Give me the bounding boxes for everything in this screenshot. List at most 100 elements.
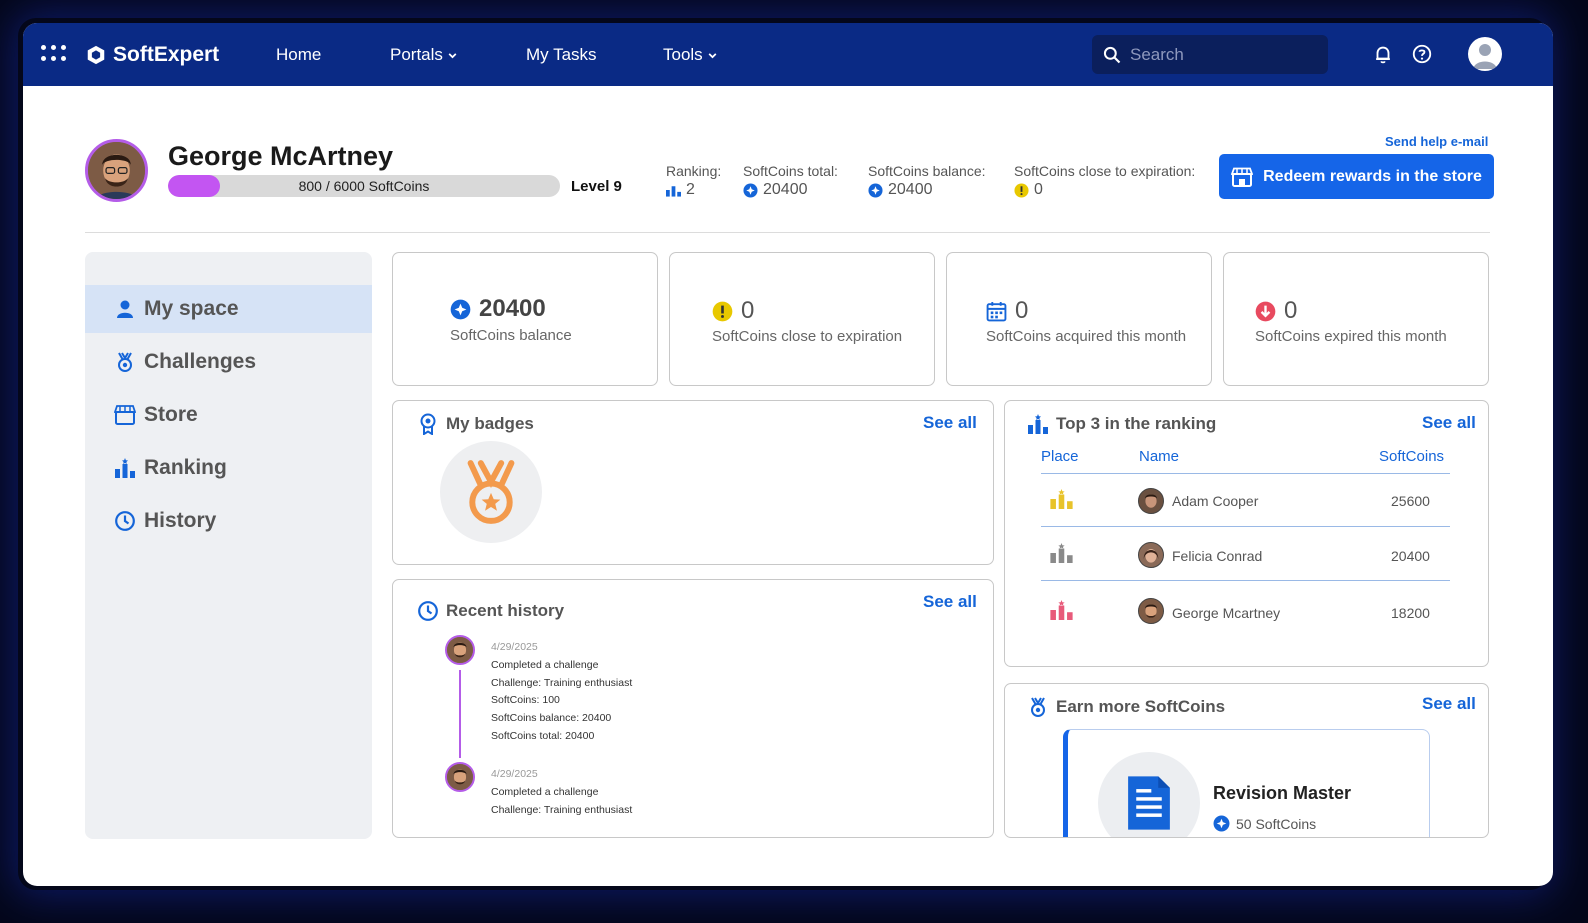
nav-tools[interactable]: Tools bbox=[663, 45, 718, 65]
warning-icon bbox=[1014, 182, 1029, 198]
top-navigation-bar: SoftExpert Home Portals My Tasks Tools bbox=[23, 23, 1553, 86]
stat-ranking-value: 2 bbox=[686, 181, 695, 198]
history-entry-line: SoftCoins total: 20400 bbox=[491, 729, 595, 742]
stat-balance-value: 20400 bbox=[888, 181, 933, 198]
calendar-icon bbox=[986, 301, 1007, 321]
help-icon[interactable] bbox=[1411, 43, 1433, 65]
avatar bbox=[1138, 598, 1164, 624]
avatar bbox=[1138, 542, 1164, 568]
ranking-icon bbox=[666, 186, 681, 197]
history-entry-line: Completed a challenge bbox=[491, 658, 599, 671]
header-divider bbox=[85, 232, 1490, 233]
history-entry-date: 4/29/2025 bbox=[491, 641, 538, 653]
kpi-balance-label: SoftCoins balance bbox=[450, 327, 572, 344]
chevron-down-icon bbox=[448, 52, 457, 58]
bell-icon[interactable] bbox=[1372, 43, 1394, 65]
sidebar-item-label: Store bbox=[144, 403, 198, 426]
kpi-expired-value: 0 bbox=[1284, 297, 1298, 324]
my-badges-card: My badges See all bbox=[392, 400, 994, 565]
history-see-all-link[interactable]: See all bbox=[923, 592, 977, 612]
my-badges-title-text: My badges bbox=[446, 414, 534, 433]
history-entry: 4/29/2025 Completed a challenge Challeng… bbox=[491, 766, 632, 819]
top-ranking-title: Top 3 in the ranking bbox=[1027, 413, 1216, 435]
profile-name: George McArtney bbox=[168, 141, 394, 171]
third-place-podium-icon bbox=[1050, 600, 1073, 620]
avatar bbox=[1138, 488, 1164, 514]
history-avatar bbox=[445, 762, 475, 792]
ranking-see-all-link[interactable]: See all bbox=[1422, 413, 1476, 433]
softcoin-icon bbox=[868, 182, 883, 198]
history-entry-line: SoftCoins balance: 20400 bbox=[491, 712, 612, 725]
badge-ribbon-icon bbox=[420, 413, 436, 435]
history-avatar-photo bbox=[447, 764, 473, 790]
kpi-acquired-label: SoftCoins acquired this month bbox=[986, 328, 1187, 345]
app-window: SoftExpert Home Portals My Tasks Tools S… bbox=[23, 23, 1553, 886]
document-icon bbox=[1128, 776, 1170, 830]
ranking-row-divider bbox=[1041, 526, 1450, 527]
sidebar-item-store[interactable]: Store bbox=[85, 391, 372, 439]
kpi-acquired-value: 0 bbox=[1015, 297, 1029, 324]
nav-home-label: Home bbox=[276, 45, 322, 64]
earn-see-all-link[interactable]: See all bbox=[1422, 694, 1476, 714]
kpi-card-balance: 20400 SoftCoins balance bbox=[392, 252, 658, 386]
earn-softcoins-title-text: Earn more SoftCoins bbox=[1056, 697, 1226, 716]
avatar-photo bbox=[1139, 489, 1163, 513]
sidebar-item-my-space[interactable]: My space bbox=[85, 285, 372, 333]
challenge-reward-text: 50 SoftCoins bbox=[1236, 815, 1317, 832]
ranking-coins: 25600 bbox=[1391, 493, 1430, 509]
chevron-down-icon bbox=[708, 52, 717, 58]
warning-icon bbox=[712, 301, 733, 321]
send-help-email-link[interactable]: Send help e-mail bbox=[1385, 134, 1488, 149]
ranking-icon bbox=[1028, 414, 1048, 434]
avatar-photo bbox=[1139, 599, 1163, 623]
challenge-card[interactable]: Revision Master 50 SoftCoins bbox=[1063, 729, 1430, 837]
softcoin-icon bbox=[1213, 815, 1230, 832]
expired-icon bbox=[1255, 301, 1276, 321]
sidebar-item-challenges[interactable]: Challenges bbox=[85, 338, 372, 386]
ranking-col-name: Name bbox=[1139, 448, 1180, 465]
stat-total-value: 20400 bbox=[763, 181, 808, 198]
store-icon bbox=[1231, 167, 1254, 187]
profile-avatar bbox=[85, 139, 148, 202]
stat-close-to-expiration: SoftCoins close to expiration: 0 bbox=[1014, 163, 1195, 199]
nav-portals[interactable]: Portals bbox=[390, 45, 458, 65]
sidebar-item-ranking[interactable]: Ranking bbox=[85, 444, 372, 492]
ranking-header-divider bbox=[1041, 473, 1450, 474]
softcoins-progress-bar: 800 / 6000 SoftCoins bbox=[168, 175, 560, 197]
ranking-coins: 20400 bbox=[1391, 548, 1430, 564]
sidebar-item-history[interactable]: History bbox=[85, 497, 372, 545]
badge-item[interactable] bbox=[440, 441, 542, 543]
top-ranking-title-text: Top 3 in the ranking bbox=[1056, 414, 1217, 433]
redeem-rewards-button[interactable]: Redeem rewards in the store bbox=[1219, 154, 1494, 199]
ranking-icon bbox=[115, 458, 135, 478]
challenge-reward: 50 SoftCoins bbox=[1213, 815, 1316, 832]
search-box bbox=[1092, 35, 1328, 74]
softcoin-icon bbox=[450, 299, 471, 319]
kpi-expiration-value: 0 bbox=[741, 297, 755, 324]
avatar-photo bbox=[1139, 543, 1163, 567]
ranking-row-divider bbox=[1041, 580, 1450, 581]
nav-home[interactable]: Home bbox=[276, 45, 321, 65]
history-avatar-photo bbox=[447, 637, 473, 663]
ranking-name: Adam Cooper bbox=[1172, 493, 1259, 509]
first-place-podium-icon bbox=[1050, 489, 1073, 509]
store-icon bbox=[114, 405, 136, 425]
stat-softcoins-balance: SoftCoins balance: 20400 bbox=[868, 163, 986, 199]
challenge-icon-circle bbox=[1098, 752, 1200, 837]
stat-total-label: SoftCoins total: bbox=[743, 163, 838, 179]
nav-portals-label: Portals bbox=[390, 45, 443, 64]
history-entry-line: Completed a challenge bbox=[491, 785, 599, 798]
badges-see-all-link[interactable]: See all bbox=[923, 413, 977, 433]
medal-badge-icon bbox=[467, 460, 515, 524]
apps-grid-icon[interactable] bbox=[41, 45, 67, 63]
history-entry-line: Challenge: Training enthusiast bbox=[491, 803, 633, 816]
nav-my-tasks[interactable]: My Tasks bbox=[526, 45, 597, 65]
user-icon bbox=[117, 300, 133, 318]
kpi-expiration-label: SoftCoins close to expiration bbox=[712, 328, 903, 345]
user-avatar-button[interactable] bbox=[1468, 37, 1502, 71]
kpi-expired-value-row: 0 bbox=[1255, 297, 1297, 325]
search-input[interactable] bbox=[1130, 44, 1310, 65]
history-timeline-line bbox=[459, 670, 461, 758]
history-entry-date: 4/29/2025 bbox=[491, 768, 538, 780]
brand-logo[interactable]: SoftExpert bbox=[85, 42, 219, 68]
